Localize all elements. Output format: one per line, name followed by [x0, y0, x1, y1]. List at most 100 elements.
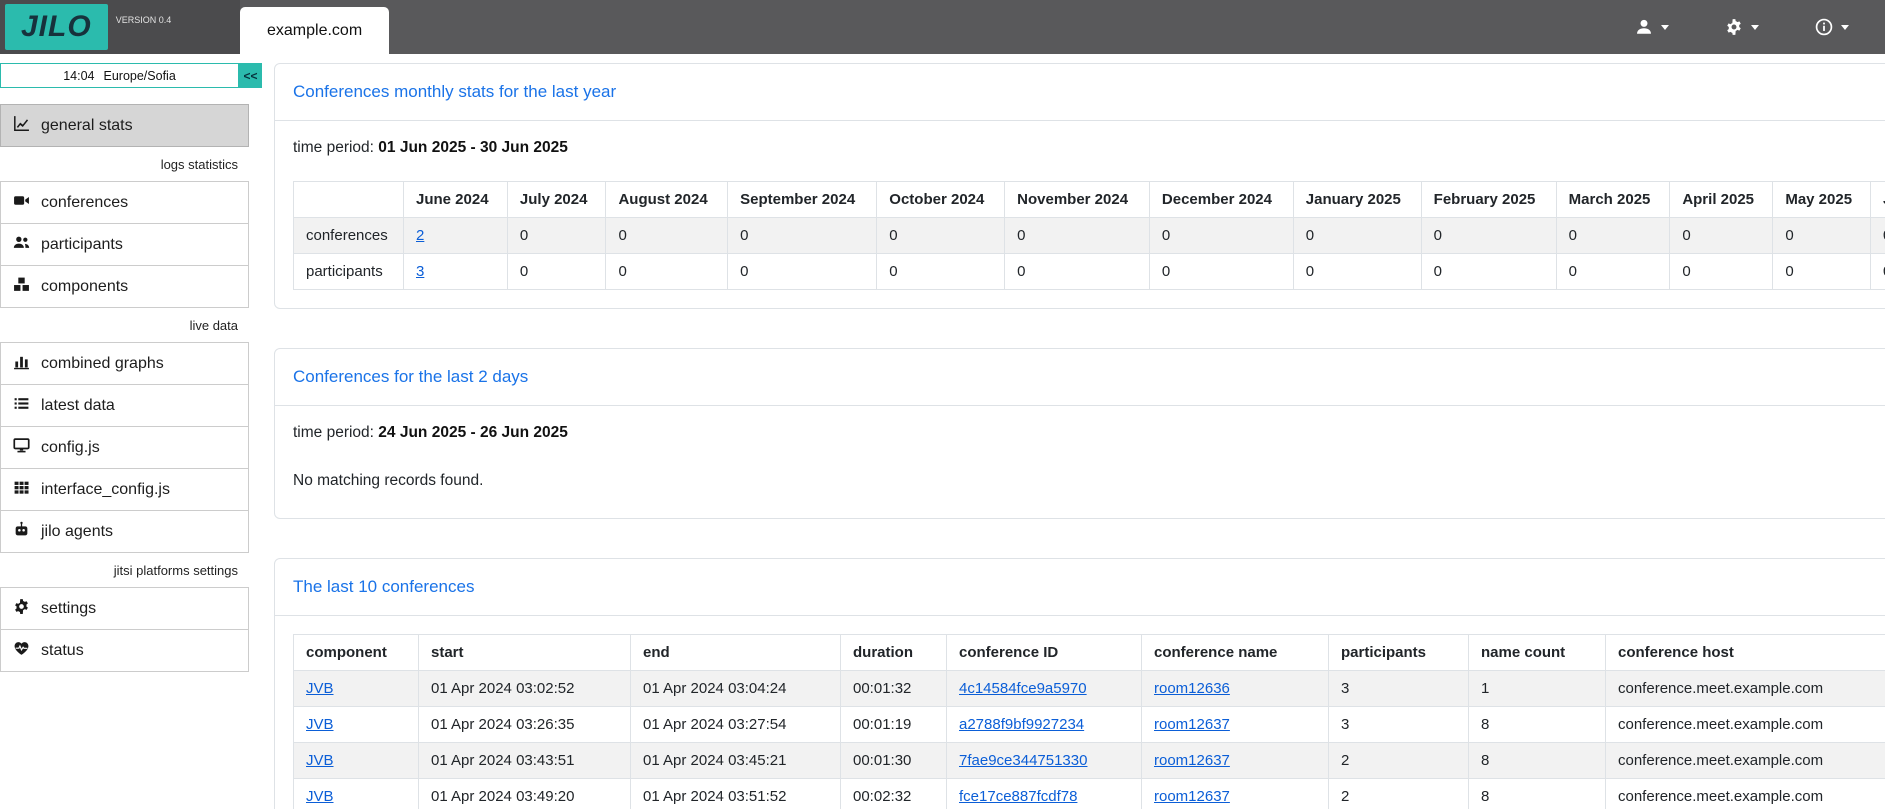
- cell-link[interactable]: JVB: [306, 752, 334, 769]
- sidebar-item-participants[interactable]: participants: [0, 223, 249, 266]
- table-cell: 0: [1871, 218, 1885, 254]
- section-label-live-data: live data: [0, 308, 262, 343]
- sidebar-item-label: general stats: [41, 117, 133, 135]
- sidebar-item-label: status: [41, 642, 84, 660]
- brand-area: JILO VERSION 0.4: [0, 0, 240, 54]
- sidebar-item-label: conferences: [41, 194, 128, 212]
- table-cell: 0: [1421, 218, 1556, 254]
- column-header: conference host: [1606, 635, 1885, 671]
- cell-link[interactable]: room12637: [1154, 788, 1230, 805]
- sidebar-item-label: participants: [41, 236, 123, 254]
- column-header: duration: [841, 635, 947, 671]
- cell-link[interactable]: 7fae9ce344751330: [959, 752, 1087, 769]
- table-cell: conference.meet.example.com: [1606, 743, 1885, 779]
- column-header: November 2024: [1005, 182, 1150, 218]
- cell-link[interactable]: 4c14584fce9a5970: [959, 680, 1087, 697]
- table-cell: 8: [1469, 707, 1606, 743]
- clock-timezone: Europe/Sofia: [104, 69, 176, 83]
- table-cell: JVB: [294, 743, 419, 779]
- chart-line-icon: [13, 115, 30, 137]
- sidebar-item-components[interactable]: components: [0, 265, 249, 308]
- table-cell: 0: [1005, 254, 1150, 290]
- table-cell: 00:01:32: [841, 671, 947, 707]
- table-cell: 0: [606, 218, 728, 254]
- sidebar-item-config-js[interactable]: config.js: [0, 426, 249, 469]
- time-period-value: 24 Jun 2025 - 26 Jun 2025: [378, 424, 568, 441]
- clock-time: 14:04: [63, 69, 94, 83]
- column-header: February 2025: [1421, 182, 1556, 218]
- sidebar-item-combined-graphs[interactable]: combined graphs: [0, 342, 249, 385]
- topbar-menus: [1635, 0, 1849, 54]
- bar-chart-icon: [13, 353, 30, 375]
- table-cell: 0: [1670, 218, 1773, 254]
- table-cell: 01 Apr 2024 03:43:51: [419, 743, 631, 779]
- table-cell: 0: [1773, 218, 1871, 254]
- sidebar-item-label: components: [41, 278, 128, 296]
- table-cell: a2788f9bf9927234: [947, 707, 1142, 743]
- table-cell: 00:02:32: [841, 779, 947, 809]
- table-cell: conferences: [294, 218, 404, 254]
- chevron-down-icon: [1841, 25, 1849, 30]
- table-cell: 0: [1421, 254, 1556, 290]
- sidebar-item-jilo-agents[interactable]: jilo agents: [0, 510, 249, 553]
- monitor-icon: [13, 437, 30, 459]
- cell-link[interactable]: JVB: [306, 680, 334, 697]
- table-cell: 8: [1469, 743, 1606, 779]
- time-period-label: time period:: [293, 424, 374, 441]
- table-cell: 00:01:19: [841, 707, 947, 743]
- app-logo[interactable]: JILO: [5, 4, 108, 50]
- tab-example-com[interactable]: example.com: [240, 7, 389, 54]
- column-header: component: [294, 635, 419, 671]
- table-cell: 0: [877, 218, 1005, 254]
- cell-link[interactable]: 3: [416, 263, 424, 280]
- cell-link[interactable]: JVB: [306, 716, 334, 733]
- table-cell: 2: [1329, 743, 1469, 779]
- sidebar-item-status[interactable]: status: [0, 629, 249, 672]
- cell-link[interactable]: JVB: [306, 788, 334, 805]
- cell-link[interactable]: room12637: [1154, 716, 1230, 733]
- time-period: time period: 24 Jun 2025 - 26 Jun 2025: [293, 424, 1885, 442]
- card-body: componentstartenddurationconference IDco…: [275, 616, 1885, 809]
- table-cell: 1: [1469, 671, 1606, 707]
- cell-link[interactable]: room12636: [1154, 680, 1230, 697]
- table-row: participants3000000000000: [294, 254, 1885, 290]
- table-row: JVB01 Apr 2024 03:49:2001 Apr 2024 03:51…: [294, 779, 1885, 809]
- info-menu-button[interactable]: [1815, 18, 1849, 36]
- card-last-10-conferences: The last 10 conferences componentstarten…: [274, 558, 1885, 809]
- table-cell: 0: [877, 254, 1005, 290]
- column-header: March 2025: [1556, 182, 1670, 218]
- cell-link[interactable]: a2788f9bf9927234: [959, 716, 1084, 733]
- topbar: JILO VERSION 0.4 example.com: [0, 0, 1885, 54]
- sidebar-item-label: jilo agents: [41, 523, 113, 541]
- column-header: name count: [1469, 635, 1606, 671]
- cell-link[interactable]: room12637: [1154, 752, 1230, 769]
- table-cell: 0: [606, 254, 728, 290]
- cell-link[interactable]: 2: [416, 227, 424, 244]
- sidebar-item-interface-config-js[interactable]: interface_config.js: [0, 468, 249, 511]
- table-cell: 3: [404, 254, 508, 290]
- sidebar-collapse-button[interactable]: <<: [239, 63, 262, 88]
- table-cell: 01 Apr 2024 03:26:35: [419, 707, 631, 743]
- table-cell: JVB: [294, 671, 419, 707]
- app-version: VERSION 0.4: [116, 15, 172, 25]
- table-cell: 0: [1293, 254, 1421, 290]
- table-cell: 0: [1556, 218, 1670, 254]
- table-header-row: componentstartenddurationconference IDco…: [294, 635, 1885, 671]
- sidebar-item-latest-data[interactable]: latest data: [0, 384, 249, 427]
- sidebar-item-settings[interactable]: settings: [0, 587, 249, 630]
- sidebar-item-general-stats[interactable]: general stats: [0, 104, 249, 147]
- user-menu-button[interactable]: [1635, 18, 1669, 36]
- sidebar-item-conferences[interactable]: conferences: [0, 181, 249, 224]
- card-title-last-10-conferences[interactable]: The last 10 conferences: [275, 559, 1885, 615]
- table-header-row: June 2024July 2024August 2024September 2…: [294, 182, 1885, 218]
- settings-menu-button[interactable]: [1725, 18, 1759, 36]
- table-cell: 3: [1329, 671, 1469, 707]
- column-header: September 2024: [728, 182, 877, 218]
- sidebar-item-label: combined graphs: [41, 355, 164, 373]
- card-title-last-2-days[interactable]: Conferences for the last 2 days: [275, 349, 1885, 405]
- card-title-monthly-stats[interactable]: Conferences monthly stats for the last y…: [275, 64, 1885, 120]
- cell-link[interactable]: fce17ce887fcdf78: [959, 788, 1077, 805]
- column-header: start: [419, 635, 631, 671]
- time-period-label: time period:: [293, 139, 374, 156]
- table-cell: conference.meet.example.com: [1606, 779, 1885, 809]
